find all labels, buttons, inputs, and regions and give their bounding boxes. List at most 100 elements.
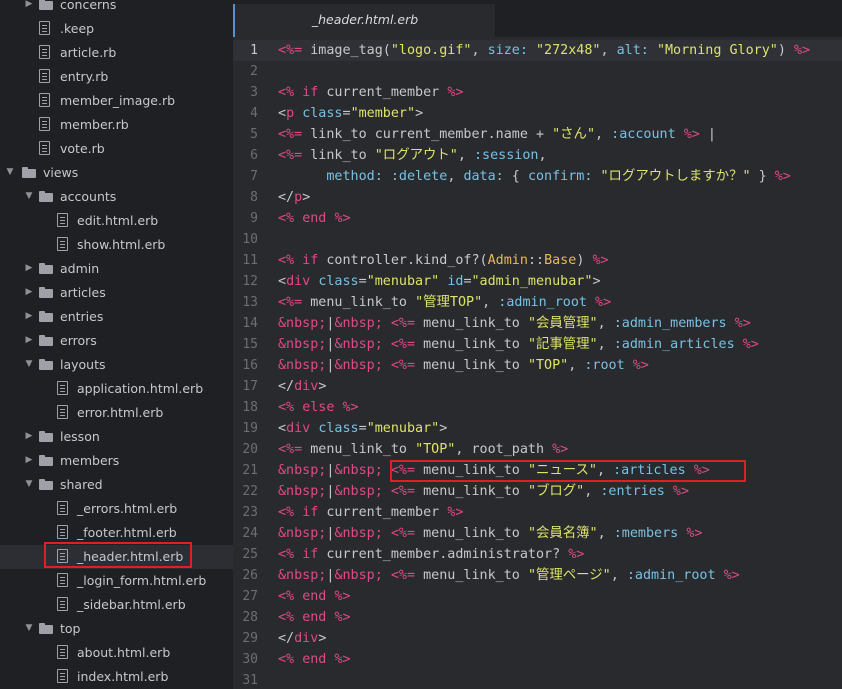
tree-file-index-html-erb[interactable]: index.html.erb	[0, 665, 233, 689]
tree-file-member-rb[interactable]: member.rb	[0, 113, 233, 137]
tree-folder-admin[interactable]: ▶ admin	[0, 257, 233, 281]
code-editor[interactable]: 1 <%= image_tag("logo.gif", size: "272x48…	[233, 37, 842, 689]
tree-file-entry-rb[interactable]: entry.rb	[0, 65, 233, 89]
tree-folder-articles[interactable]: ▶ articles	[0, 281, 233, 305]
code-token: %>	[672, 484, 690, 499]
code-line[interactable]: 13 <%= menu_link_to "管理TOP", :admin_root …	[233, 292, 842, 313]
code-line[interactable]: 22 &nbsp;|&nbsp; <%= menu_link_to "ブログ", …	[233, 481, 842, 502]
tree-folder-concerns[interactable]: ▶ concerns	[0, 0, 233, 17]
code-text: <%= link_to "ログアウト", :session,	[278, 145, 547, 166]
tab-header-html-erb[interactable]: _header.html.erb	[233, 4, 495, 37]
code-text: <% end %>	[278, 208, 351, 229]
tree-item-label: entry.rb	[60, 69, 109, 84]
code-token: %>	[595, 295, 612, 310]
tree-file-edit-html-erb[interactable]: edit.html.erb	[0, 209, 233, 233]
code-line[interactable]: 5 <%= link_to current_member.name + "さん",…	[233, 124, 842, 145]
chevron-right-icon[interactable]: ▶	[24, 0, 34, 11]
tree-file-vote-rb[interactable]: vote.rb	[0, 137, 233, 161]
tree-file-keep[interactable]: .keep	[0, 17, 233, 41]
code-token: %>	[734, 316, 751, 331]
tree-folder-entries[interactable]: ▶ entries	[0, 305, 233, 329]
file-text-icon	[57, 525, 68, 539]
chevron-right-icon[interactable]: ▶	[24, 309, 34, 323]
code-line[interactable]: 9 <% end %>	[233, 208, 842, 229]
code-line[interactable]: 28 <% end %>	[233, 607, 842, 628]
code-token: ,	[482, 295, 499, 310]
code-token: menu_link_to	[302, 442, 416, 457]
chevron-down-icon[interactable]: ▼	[24, 189, 34, 203]
code-line[interactable]: 2	[233, 61, 842, 82]
code-line[interactable]: 20 <%= menu_link_to "TOP", root_path %>	[233, 439, 842, 460]
tree-file-about-html-erb[interactable]: about.html.erb	[0, 641, 233, 665]
tree-file-login-form-html-erb[interactable]: _login_form.html.erb	[0, 569, 233, 593]
file-text-icon	[39, 93, 50, 107]
code-token: <%=	[278, 295, 303, 310]
code-token: ,	[600, 43, 617, 58]
code-line[interactable]: 11 <% if controller.kind_of?(Admin::Base)…	[233, 250, 842, 271]
code-token: , root_path	[455, 442, 553, 457]
code-line[interactable]: 7 method: :delete, data: { confirm: "ログア…	[233, 166, 842, 187]
code-line[interactable]: 24 &nbsp;|&nbsp; <%= menu_link_to "会員名簿",…	[233, 523, 842, 544]
code-token: >	[592, 274, 601, 289]
tree-file-show-html-erb[interactable]: show.html.erb	[0, 233, 233, 257]
code-line[interactable]: 26 &nbsp;|&nbsp; <%= menu_link_to "管理ページ"…	[233, 565, 842, 586]
tree-file-sidebar-html-erb[interactable]: _sidebar.html.erb	[0, 593, 233, 617]
tree-file-application-html-erb[interactable]: application.html.erb	[0, 377, 233, 401]
code-line[interactable]: 10	[233, 229, 842, 250]
code-token: :admin_root	[626, 568, 716, 583]
code-token: div	[294, 631, 319, 646]
code-line[interactable]: 3 <% if current_member %>	[233, 82, 842, 103]
code-token: &nbsp;	[278, 358, 327, 373]
code-token: "管理ページ"	[527, 568, 611, 583]
chevron-right-icon[interactable]: ▶	[24, 453, 34, 467]
code-token: size:	[487, 43, 528, 58]
tree-folder-layouts[interactable]: ▼ layouts	[0, 353, 233, 377]
code-line[interactable]: 19 <div class="menubar">	[233, 418, 842, 439]
code-line[interactable]: 6 <%= link_to "ログアウト", :session,	[233, 145, 842, 166]
tree-item-label: about.html.erb	[77, 645, 171, 660]
code-line[interactable]: 25 <% if current_member.administrator? %>	[233, 544, 842, 565]
tree-file-article-rb[interactable]: article.rb	[0, 41, 233, 65]
tree-file-member-image-rb[interactable]: member_image.rb	[0, 89, 233, 113]
chevron-right-icon[interactable]: ▶	[24, 333, 34, 347]
code-line[interactable]: 14 &nbsp;|&nbsp; <%= menu_link_to "会員管理",…	[233, 313, 842, 334]
chevron-down-icon[interactable]: ▼	[5, 165, 15, 179]
code-line[interactable]: 18 <% else %>	[233, 397, 842, 418]
code-line[interactable]: 30 <% end %>	[233, 649, 842, 670]
code-token: %>	[334, 589, 351, 604]
code-token: =	[358, 274, 367, 289]
code-line[interactable]: 12 <div class="menubar" id="admin_menubar…	[233, 271, 842, 292]
code-token: %>	[447, 85, 464, 100]
code-token: <%=	[390, 316, 416, 331]
code-line[interactable]: 29 </div>	[233, 628, 842, 649]
code-line[interactable]: 16 &nbsp;|&nbsp; <%= menu_link_to "TOP", …	[233, 355, 842, 376]
tree-file-errors-html-erb[interactable]: _errors.html.erb	[0, 497, 233, 521]
tree-item-label: _errors.html.erb	[77, 501, 178, 516]
chevron-down-icon[interactable]: ▼	[24, 621, 34, 635]
tree-folder-members[interactable]: ▶ members	[0, 449, 233, 473]
code-line[interactable]: 27 <% end %>	[233, 586, 842, 607]
chevron-right-icon[interactable]: ▶	[24, 261, 34, 275]
tree-folder-accounts[interactable]: ▼ accounts	[0, 185, 233, 209]
tree-folder-shared[interactable]: ▼ shared	[0, 473, 233, 497]
code-line[interactable]: 17 </div>	[233, 376, 842, 397]
code-line[interactable]: 1 <%= image_tag("logo.gif", size: "272x48…	[233, 40, 842, 61]
tree-folder-lesson[interactable]: ▶ lesson	[0, 425, 233, 449]
code-line[interactable]: 31	[233, 670, 842, 689]
chevron-right-icon[interactable]: ▶	[24, 429, 34, 443]
chevron-right-icon[interactable]: ▶	[24, 285, 34, 299]
code-token: if	[302, 253, 319, 268]
code-line[interactable]: 23 <% if current_member %>	[233, 502, 842, 523]
code-line[interactable]: 8 </p>	[233, 187, 842, 208]
code-line[interactable]: 15 &nbsp;|&nbsp; <%= menu_link_to "記事管理",…	[233, 334, 842, 355]
tree-file-error-html-erb[interactable]: error.html.erb	[0, 401, 233, 425]
tree-item-label: _login_form.html.erb	[77, 573, 207, 588]
tree-folder-errors[interactable]: ▶ errors	[0, 329, 233, 353]
code-line[interactable]: 4 <p class="member">	[233, 103, 842, 124]
chevron-down-icon[interactable]: ▼	[24, 477, 34, 491]
tree-folder-top[interactable]: ▼ top	[0, 617, 233, 641]
tree-folder-views[interactable]: ▼ views	[0, 161, 233, 185]
chevron-down-icon[interactable]: ▼	[24, 357, 34, 371]
